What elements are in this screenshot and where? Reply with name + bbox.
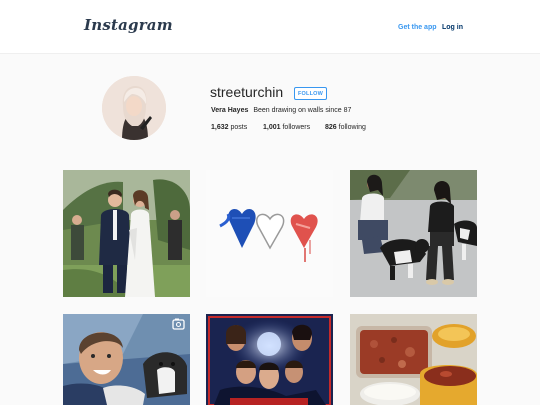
posts-count: 1,632: [211, 124, 229, 131]
posts-label: posts: [230, 124, 248, 131]
posts-stat: 1,632 posts: [211, 124, 247, 131]
profile-username: streeturchin: [210, 84, 284, 100]
log-in-link[interactable]: Log in: [442, 24, 463, 31]
top-navigation-bar: Instagram Get the app Log in: [0, 0, 540, 54]
profile-avatar[interactable]: [102, 76, 166, 140]
profile-full-name: Vera Hayes: [211, 107, 249, 114]
following-stat[interactable]: 826 following: [325, 124, 366, 131]
post-wedding-couple-photo[interactable]: [63, 170, 190, 297]
instagram-logo[interactable]: Instagram: [84, 16, 173, 34]
followers-count: 1,001: [263, 124, 281, 131]
following-count: 826: [325, 124, 337, 131]
post-stranger-things-poster[interactable]: [206, 314, 333, 405]
profile-bio-text: Been drawing on walls since 87: [253, 107, 352, 114]
following-label: following: [338, 124, 366, 131]
post-three-hearts-painting[interactable]: [206, 170, 333, 297]
follow-button[interactable]: FOLLOW: [294, 87, 327, 100]
followers-label: followers: [282, 124, 311, 131]
post-baked-dishes-photo[interactable]: [350, 314, 477, 405]
profile-bio: Vera Hayes Been drawing on walls since 8…: [211, 107, 351, 114]
followers-stat[interactable]: 1,001 followers: [263, 124, 310, 131]
post-man-with-dog-video[interactable]: [63, 314, 190, 405]
post-two-women-with-dogs-photo[interactable]: [350, 170, 477, 297]
get-the-app-link[interactable]: Get the app: [398, 24, 437, 31]
